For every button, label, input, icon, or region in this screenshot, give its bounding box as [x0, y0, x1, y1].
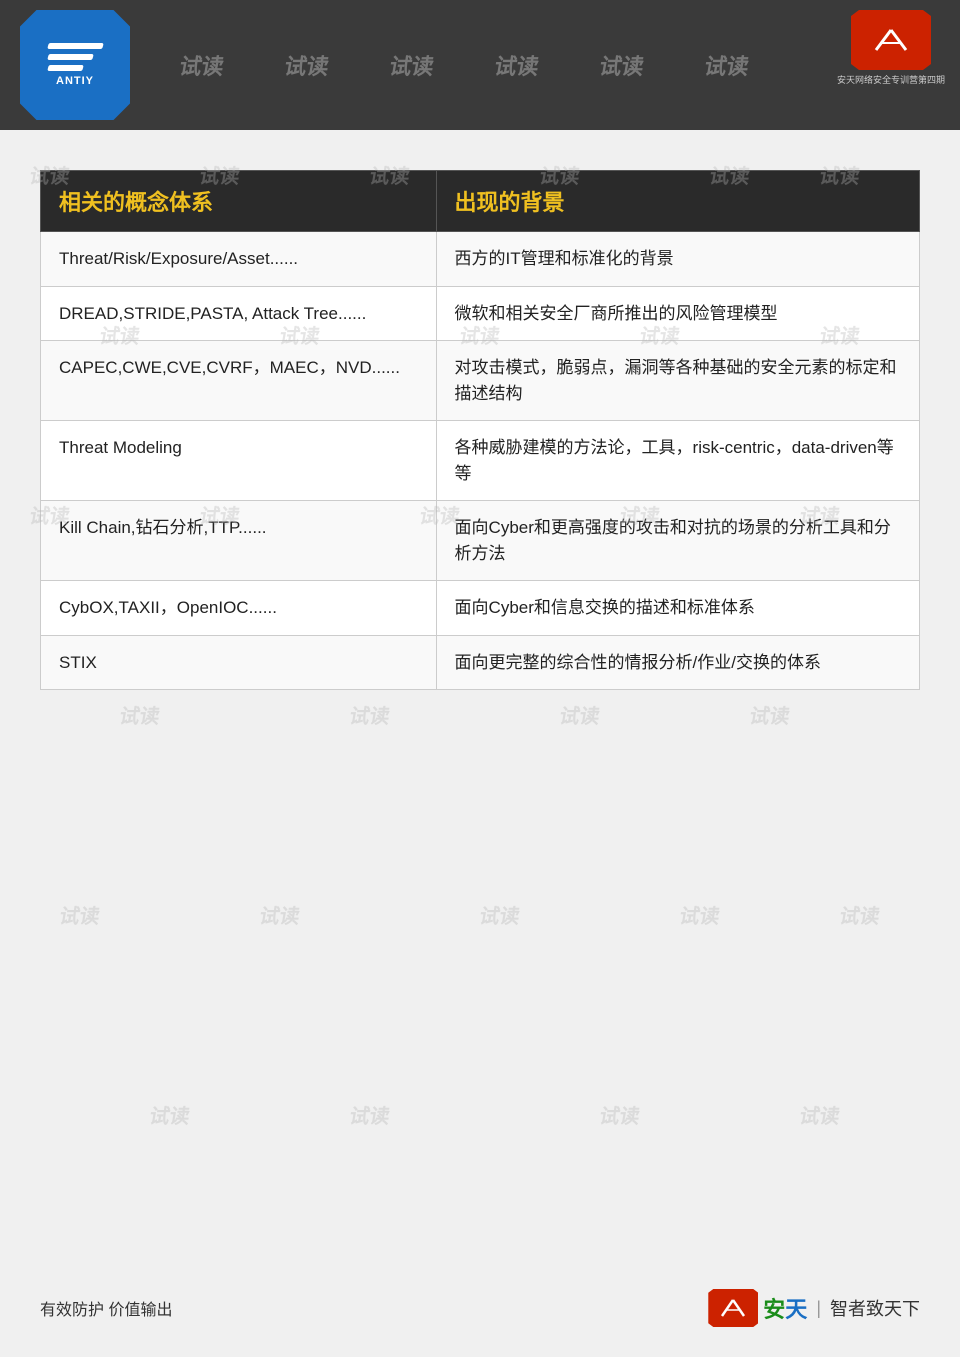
watermark-23: 试读 [677, 900, 722, 929]
footer-divider: | [816, 1298, 821, 1319]
watermark-21: 试读 [257, 900, 302, 929]
footer-brand: 安天 | 智者致天下 [708, 1289, 920, 1327]
header-wm-2: 试读 [283, 49, 333, 81]
watermark-27: 试读 [597, 1100, 642, 1129]
watermark-22: 试读 [477, 900, 522, 929]
footer-tagline: 有效防护 价值输出 [40, 1296, 172, 1320]
header-wm-3: 试读 [388, 49, 438, 81]
header-wm-1: 试读 [178, 49, 228, 81]
watermark-20: 试读 [57, 900, 102, 929]
header-watermarks: 试读 试读 试读 试读 试读 试读 [0, 0, 960, 130]
col1-cell-2: CAPEC,CWE,CVE,CVRF，MAEC，NVD...... [41, 341, 437, 421]
col2-cell-1: 微软和相关安全厂商所推出的风险管理模型 [436, 286, 919, 341]
table-row: Kill Chain,钻石分析,TTP......面向Cyber和更高强度的攻击… [41, 501, 920, 581]
table-row: CAPEC,CWE,CVE,CVRF，MAEC，NVD......对攻击模式，脆… [41, 341, 920, 421]
antiy-logo-small [851, 10, 931, 70]
data-table: 相关的概念体系 出现的背景 Threat/Risk/Exposure/Asset… [40, 170, 920, 690]
table-row: DREAD,STRIDE,PASTA, Attack Tree......微软和… [41, 286, 920, 341]
watermark-25: 试读 [147, 1100, 192, 1129]
col2-cell-5: 面向Cyber和信息交换的描述和标准体系 [436, 581, 919, 636]
header-right-logo: 安天网络安全专训营第四期 [837, 10, 945, 86]
col1-cell-3: Threat Modeling [41, 421, 437, 501]
table-row: STIX面向更完整的综合性的情报分析/作业/交换的体系 [41, 635, 920, 690]
col2-cell-3: 各种威胁建模的方法论，工具，risk-centric，data-driven等等 [436, 421, 919, 501]
col1-cell-6: STIX [41, 635, 437, 690]
table-row: Threat/Risk/Exposure/Asset......西方的IT管理和… [41, 232, 920, 287]
table-row: Threat Modeling各种威胁建模的方法论，工具，risk-centri… [41, 421, 920, 501]
watermark-28: 试读 [797, 1100, 842, 1129]
header: ANTIY 试读 试读 试读 试读 试读 试读 安天网络安全专训营第四期 [0, 0, 960, 130]
col1-cell-4: Kill Chain,钻石分析,TTP...... [41, 501, 437, 581]
watermark-26: 试读 [347, 1100, 392, 1129]
header-wm-6: 试读 [703, 49, 753, 81]
footer-brand-sub: 智者致天下 [830, 1295, 920, 1321]
col2-cell-0: 西方的IT管理和标准化的背景 [436, 232, 919, 287]
watermark-24: 试读 [837, 900, 882, 929]
col1-cell-0: Threat/Risk/Exposure/Asset...... [41, 232, 437, 287]
col2-cell-6: 面向更完整的综合性的情报分析/作业/交换的体系 [436, 635, 919, 690]
table-row: CybOX,TAXII，OpenIOC......面向Cyber和信息交换的描述… [41, 581, 920, 636]
col1-cell-1: DREAD,STRIDE,PASTA, Attack Tree...... [41, 286, 437, 341]
footer-brand-text: 安天 [763, 1292, 807, 1324]
col1-header: 相关的概念体系 [41, 171, 437, 232]
col2-cell-2: 对攻击模式，脆弱点，漏洞等各种基础的安全元素的标定和描述结构 [436, 341, 919, 421]
antiy-subtitle: 安天网络安全专训营第四期 [837, 73, 945, 86]
main-content: 相关的概念体系 出现的背景 Threat/Risk/Exposure/Asset… [0, 130, 960, 720]
antiy-footer-logo-icon [708, 1289, 758, 1327]
footer: 有效防护 价值输出 安天 | 智者致天下 [40, 1289, 920, 1327]
col2-header: 出现的背景 [436, 171, 919, 232]
header-wm-5: 试读 [598, 49, 648, 81]
col1-cell-5: CybOX,TAXII，OpenIOC...... [41, 581, 437, 636]
table-header-row: 相关的概念体系 出现的背景 [41, 171, 920, 232]
col2-cell-4: 面向Cyber和更高强度的攻击和对抗的场景的分析工具和分析方法 [436, 501, 919, 581]
header-wm-4: 试读 [493, 49, 543, 81]
